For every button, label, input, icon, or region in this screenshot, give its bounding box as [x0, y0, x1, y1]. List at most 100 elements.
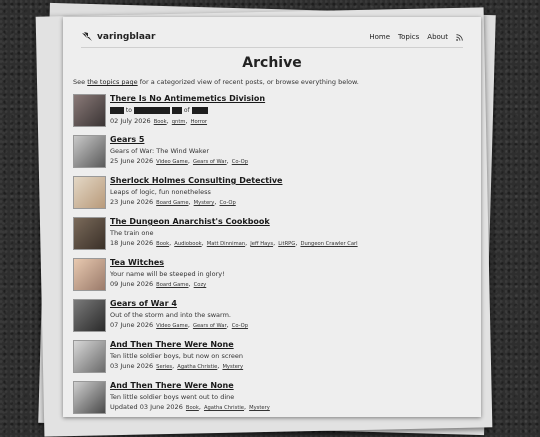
- redacted-block: [110, 106, 124, 114]
- archive-page: varingblaar Home Topics About Archive Se…: [63, 17, 481, 417]
- subtitle-word: to: [124, 107, 134, 114]
- entry-thumbnail[interactable]: [73, 340, 106, 373]
- redacted-block: [171, 106, 182, 114]
- entry-tag-link[interactable]: Video Game: [156, 159, 188, 165]
- entry-tag-link[interactable]: Video Game: [156, 323, 188, 329]
- topics-page-link[interactable]: the topics page: [87, 78, 137, 86]
- nav-about-link[interactable]: About: [427, 33, 448, 41]
- entry-title-link[interactable]: Sherlock Holmes Consulting Detective: [110, 176, 471, 186]
- nav-topics-link[interactable]: Topics: [398, 33, 419, 41]
- entry-tag-link[interactable]: Board Game: [156, 282, 188, 288]
- entry-tag-link[interactable]: Audiobook: [174, 241, 201, 247]
- entry-date: 02 July 2026: [110, 117, 153, 125]
- entry-subtitle: to of: [110, 105, 471, 116]
- site-header: varingblaar Home Topics About: [81, 27, 463, 47]
- entry-title-link[interactable]: Gears 5: [110, 135, 471, 145]
- entry-meta: 07 June 2026 Video Game, Gears of War, C…: [110, 321, 249, 329]
- entry-date: 03 June 2026: [110, 362, 156, 370]
- entry-tag-link[interactable]: Book: [154, 119, 167, 125]
- entry-title-link[interactable]: And Then There Were None: [110, 340, 471, 350]
- entry-tag-link[interactable]: Mystery: [249, 405, 270, 411]
- entry-title-link[interactable]: Gears of War 4: [110, 299, 471, 309]
- page-title: Archive: [242, 55, 302, 71]
- entry-tag-link[interactable]: Dungeon Crawler Carl: [300, 241, 357, 247]
- entry-info: There Is No Antimemetics Division to of …: [110, 94, 471, 135]
- entry-thumbnail[interactable]: [73, 135, 106, 168]
- archive-entry: Tea Witches Your name will be steeped in …: [73, 258, 471, 299]
- site-nav: Home Topics About: [369, 33, 463, 41]
- archive-entry: Sherlock Holmes Consulting Detective Leap…: [73, 176, 471, 217]
- entry-tag-link[interactable]: Co-Op: [232, 323, 248, 329]
- entry-tag-link[interactable]: Gears of War: [193, 159, 227, 165]
- entry-subtitle: Your name will be steeped in glory!: [110, 270, 225, 278]
- entry-title-link[interactable]: The Dungeon Anarchist's Cookbook: [110, 217, 471, 227]
- intro-text: See the topics page for a categorized vi…: [73, 78, 471, 86]
- entry-date: 23 June 2026: [110, 198, 156, 206]
- entry-subtitle: Ten little soldier boys went out to dine: [110, 393, 235, 401]
- entry-meta: 23 June 2026 Board Game, Mystery, Co-Op: [110, 198, 236, 206]
- entry-subtitle: Ten little soldier boys, but now on scre…: [110, 352, 244, 360]
- entry-title-link[interactable]: And Then There Were None: [110, 381, 471, 391]
- entry-date: 25 June 2026: [110, 157, 156, 165]
- entry-tag-link[interactable]: Agatha Christie: [204, 405, 244, 411]
- entry-thumbnail[interactable]: [73, 258, 106, 291]
- entry-tag-link[interactable]: Cozy: [194, 282, 207, 288]
- entry-meta: Updated 03 June 2026 Book, Agatha Christ…: [110, 403, 270, 411]
- entry-tag-link[interactable]: Mystery: [194, 200, 215, 206]
- entry-info: Tea Witches Your name will be steeped in …: [110, 258, 471, 299]
- entry-thumbnail[interactable]: [73, 381, 106, 414]
- entry-tag-link[interactable]: qntm: [172, 119, 186, 125]
- entry-subtitle: Leaps of logic, fun nonetheless: [110, 188, 211, 196]
- entry-tag-link[interactable]: Matt Dinniman: [207, 241, 245, 247]
- entry-meta: 09 June 2026 Board Game, Cozy: [110, 280, 207, 288]
- entry-subtitle: Gears of War: The Wind Waker: [110, 147, 210, 155]
- entry-info: And Then There Were None Ten little soldi…: [110, 381, 471, 417]
- entry-date: Updated 03 June 2026: [110, 403, 185, 411]
- archive-entry: The Dungeon Anarchist's Cookbook The trai…: [73, 217, 471, 258]
- wings-logo-icon: [82, 32, 92, 41]
- entry-thumbnail[interactable]: [73, 299, 106, 332]
- entry-meta: 02 July 2026 Book, qntm, Horror: [110, 117, 208, 125]
- entry-tag-link[interactable]: Board Game: [156, 200, 188, 206]
- entry-subtitle: The train one: [110, 229, 154, 237]
- entry-tag-link[interactable]: Co-Op: [232, 159, 248, 165]
- entry-tag-link[interactable]: Gears of War: [193, 323, 227, 329]
- subtitle-word: of: [181, 107, 192, 114]
- entry-thumbnail[interactable]: [73, 176, 106, 209]
- entry-title-link[interactable]: Tea Witches: [110, 258, 471, 268]
- entry-tag-link[interactable]: Jeff Hays: [250, 241, 273, 247]
- entry-info: Sherlock Holmes Consulting Detective Leap…: [110, 176, 471, 217]
- entry-tag-link[interactable]: Horror: [191, 119, 207, 125]
- entry-meta: 03 June 2026 Series, Agatha Christie, My…: [110, 362, 244, 370]
- nav-home-link[interactable]: Home: [369, 33, 390, 41]
- entry-title-link[interactable]: There Is No Antimemetics Division: [110, 94, 471, 104]
- entry-tag-link[interactable]: LitRPG: [278, 241, 295, 247]
- archive-entry: Gears of War 4 Out of the storm and into …: [73, 299, 471, 340]
- intro-before: See: [73, 78, 88, 86]
- entry-date: 09 June 2026: [110, 280, 156, 288]
- rss-icon[interactable]: [456, 33, 463, 41]
- entry-info: Gears 5 Gears of War: The Wind Waker 25 Ju…: [110, 135, 471, 176]
- redacted-block: [133, 106, 170, 114]
- archive-entry: And Then There Were None Ten little soldi…: [73, 340, 471, 381]
- entry-tag-link[interactable]: Book: [156, 241, 169, 247]
- entry-meta: 25 June 2026 Video Game, Gears of War, C…: [110, 157, 249, 165]
- entry-tag-link[interactable]: Agatha Christie: [177, 364, 217, 370]
- entry-tag-link[interactable]: Mystery: [222, 364, 243, 370]
- entry-info: Gears of War 4 Out of the storm and into …: [110, 299, 471, 340]
- entry-tag-link[interactable]: Co-Op: [219, 200, 235, 206]
- entry-subtitle: Out of the storm and into the swarm.: [110, 311, 231, 319]
- archive-entry: And Then There Were None Ten little soldi…: [73, 381, 471, 417]
- site-brand[interactable]: varingblaar: [81, 32, 155, 42]
- entry-info: The Dungeon Anarchist's Cookbook The trai…: [110, 217, 471, 258]
- entry-thumbnail[interactable]: [73, 217, 106, 250]
- entry-date: 07 June 2026: [110, 321, 156, 329]
- site-name: varingblaar: [97, 32, 156, 42]
- archive-list: There Is No Antimemetics Division to of …: [73, 94, 471, 417]
- redacted-block: [191, 106, 208, 114]
- entry-tag-link[interactable]: Book: [186, 405, 199, 411]
- entry-info: And Then There Were None Ten little soldi…: [110, 340, 471, 381]
- entry-thumbnail[interactable]: [73, 94, 106, 127]
- entry-tag-link[interactable]: Series: [156, 364, 172, 370]
- header-divider: [81, 47, 463, 48]
